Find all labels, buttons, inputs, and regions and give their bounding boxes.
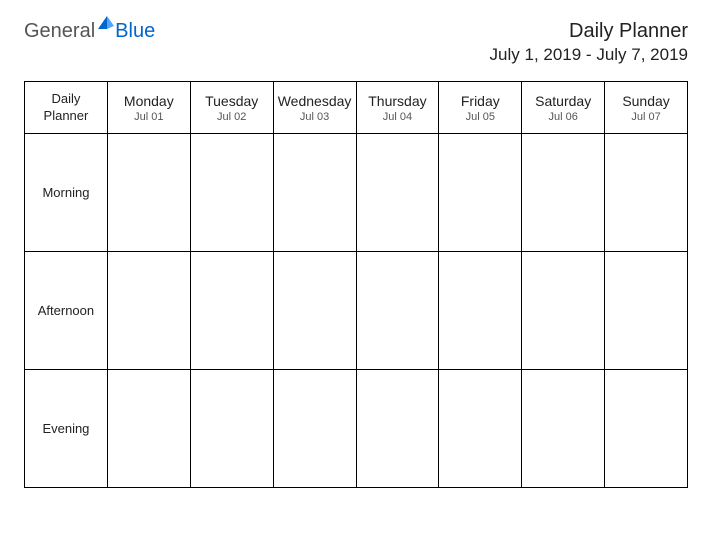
corner-cell: Daily Planner (25, 82, 108, 134)
cell-morning-thu[interactable] (356, 134, 439, 252)
day-header-sunday: Sunday Jul 07 (605, 82, 688, 134)
cell-evening-wed[interactable] (273, 370, 356, 488)
cell-morning-mon[interactable] (107, 134, 190, 252)
cell-evening-sat[interactable] (522, 370, 605, 488)
logo: General Blue (24, 20, 155, 43)
cell-afternoon-sat[interactable] (522, 252, 605, 370)
cell-morning-sat[interactable] (522, 134, 605, 252)
title-block: Daily Planner July 1, 2019 - July 7, 201… (490, 20, 688, 65)
cell-evening-tue[interactable] (190, 370, 273, 488)
logo-text-general: General (24, 20, 95, 43)
day-header-monday: Monday Jul 01 (107, 82, 190, 134)
row-morning: Morning (25, 134, 688, 252)
day-header-wednesday: Wednesday Jul 03 (273, 82, 356, 134)
planner-table: Daily Planner Monday Jul 01 Tuesday Jul … (24, 81, 688, 488)
cell-morning-fri[interactable] (439, 134, 522, 252)
cell-evening-sun[interactable] (605, 370, 688, 488)
cell-morning-tue[interactable] (190, 134, 273, 252)
cell-morning-wed[interactable] (273, 134, 356, 252)
cell-afternoon-sun[interactable] (605, 252, 688, 370)
cell-afternoon-thu[interactable] (356, 252, 439, 370)
day-header-friday: Friday Jul 05 (439, 82, 522, 134)
cell-afternoon-tue[interactable] (190, 252, 273, 370)
day-header-thursday: Thursday Jul 04 (356, 82, 439, 134)
cell-morning-sun[interactable] (605, 134, 688, 252)
page-title: Daily Planner (490, 20, 688, 43)
period-label-evening: Evening (25, 370, 108, 488)
row-afternoon: Afternoon (25, 252, 688, 370)
cell-afternoon-wed[interactable] (273, 252, 356, 370)
period-label-afternoon: Afternoon (25, 252, 108, 370)
cell-afternoon-mon[interactable] (107, 252, 190, 370)
period-label-morning: Morning (25, 134, 108, 252)
date-range: July 1, 2019 - July 7, 2019 (490, 45, 688, 65)
row-evening: Evening (25, 370, 688, 488)
header-row: Daily Planner Monday Jul 01 Tuesday Jul … (25, 82, 688, 134)
logo-text-blue: Blue (115, 20, 155, 43)
day-header-saturday: Saturday Jul 06 (522, 82, 605, 134)
cell-evening-mon[interactable] (107, 370, 190, 488)
day-header-tuesday: Tuesday Jul 02 (190, 82, 273, 134)
logo-triangle-icon (97, 13, 115, 36)
cell-afternoon-fri[interactable] (439, 252, 522, 370)
header: General Blue Daily Planner July 1, 2019 … (24, 20, 688, 65)
cell-evening-fri[interactable] (439, 370, 522, 488)
cell-evening-thu[interactable] (356, 370, 439, 488)
